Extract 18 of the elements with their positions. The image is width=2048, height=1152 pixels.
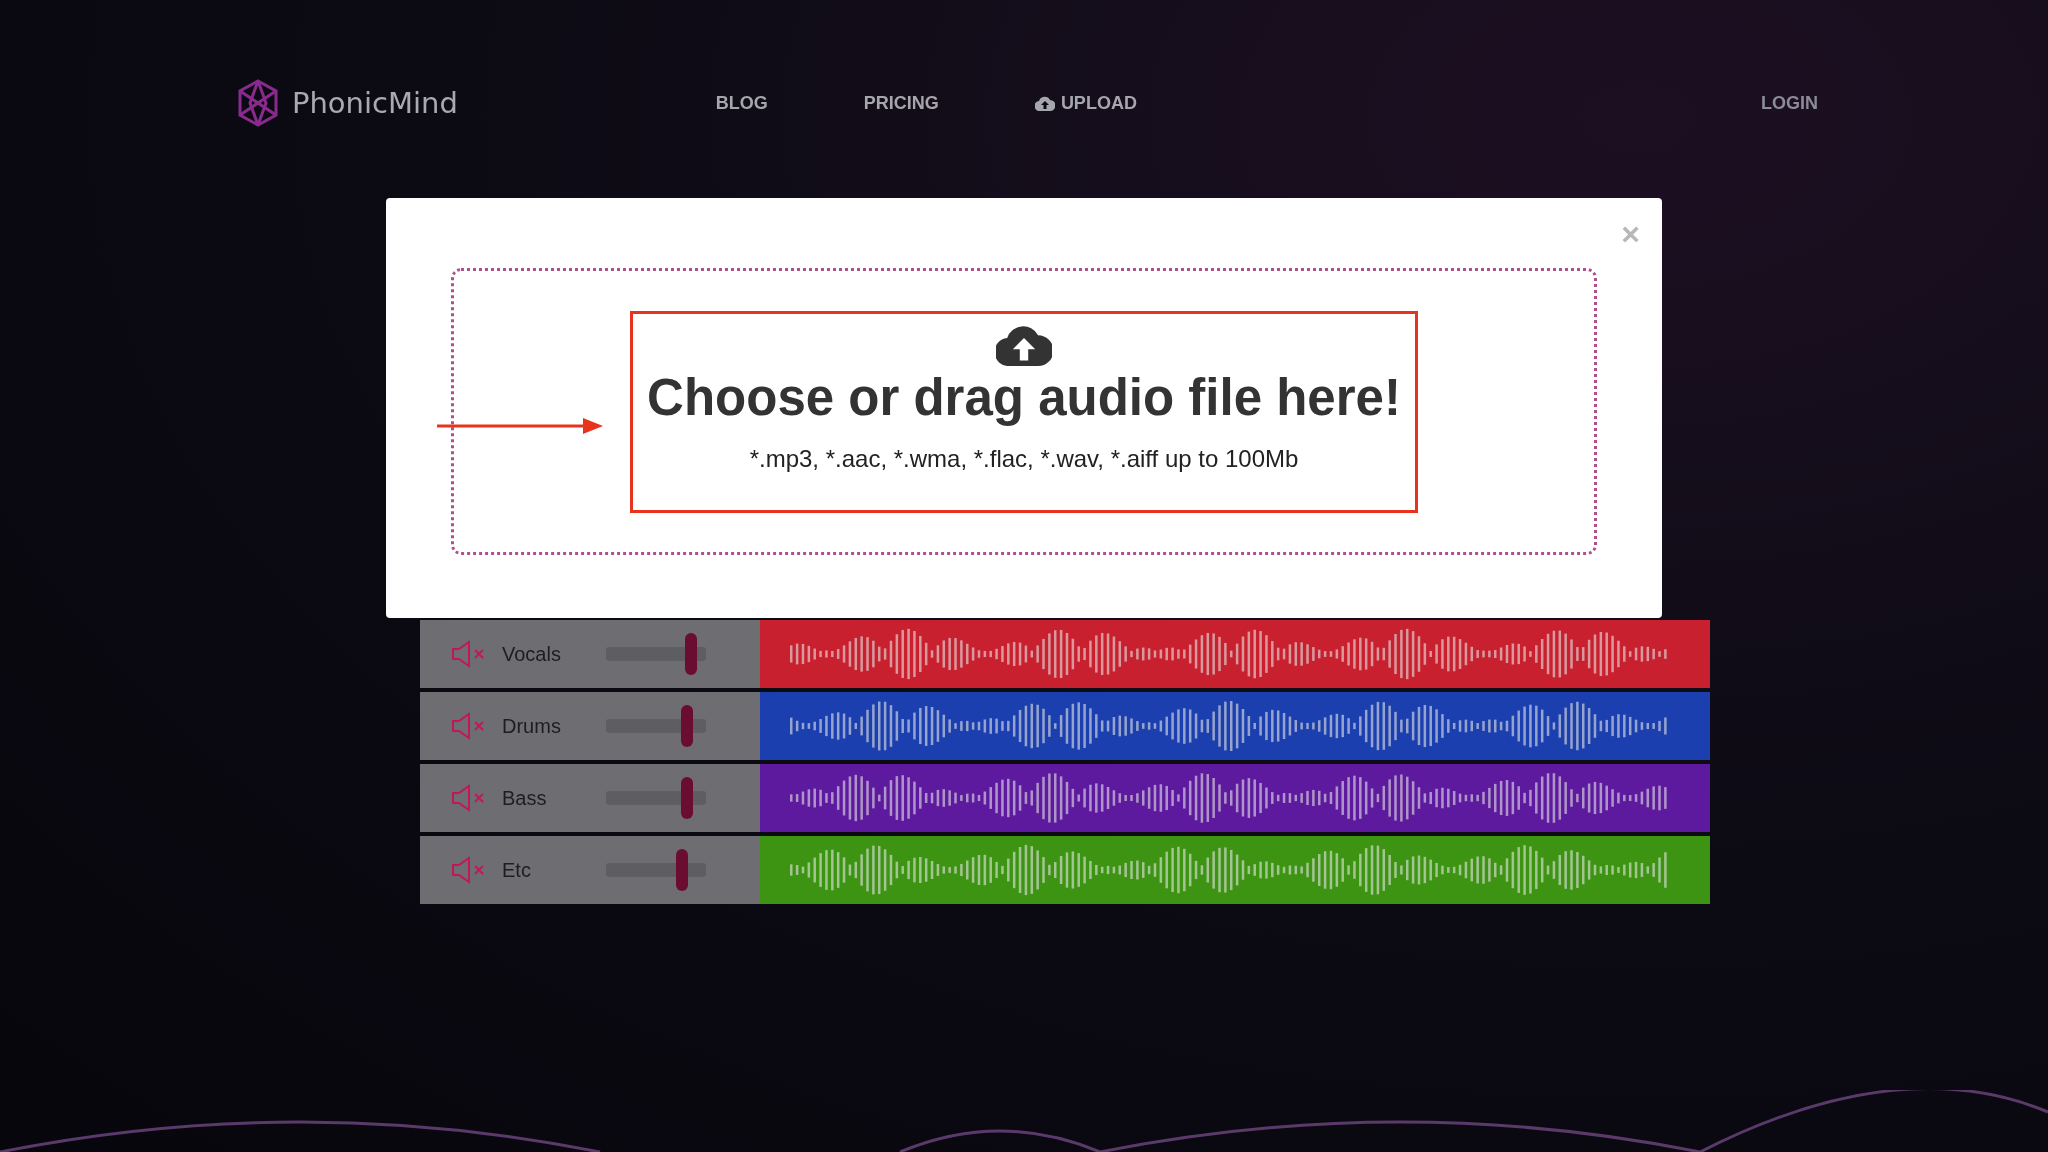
- nav-link[interactable]: UPLOAD: [1034, 92, 1137, 114]
- volume-slider[interactable]: [606, 705, 706, 747]
- cloud-upload-icon: [1034, 95, 1055, 111]
- volume-slider[interactable]: [606, 849, 706, 891]
- nav-link[interactable]: PRICING: [863, 92, 939, 114]
- drop-zone[interactable]: Choose or drag audio file here! *.mp3, *.aac, *.wma, *.flac, *.wav, *.aiff up to 100Mb: [451, 268, 1597, 555]
- cloud-upload-icon: [996, 323, 1052, 366]
- drop-title: Choose or drag audio file here!: [647, 367, 1401, 427]
- formats-text: *.mp3, *.aac, *.wma, *.flac, *.wav, *.aiff up to 100Mb: [749, 444, 1299, 473]
- nav-link[interactable]: BLOG: [715, 92, 768, 114]
- login-link[interactable]: LOGIN: [1761, 92, 1818, 114]
- track-name: Vocals: [502, 642, 562, 666]
- track-name: Bass: [502, 786, 548, 810]
- volume-slider[interactable]: [606, 633, 706, 675]
- logo-text[interactable]: PhonicMind: [292, 86, 458, 120]
- track-name: Etc: [502, 858, 532, 882]
- track-name: Drums: [502, 714, 562, 738]
- volume-slider[interactable]: [606, 777, 706, 819]
